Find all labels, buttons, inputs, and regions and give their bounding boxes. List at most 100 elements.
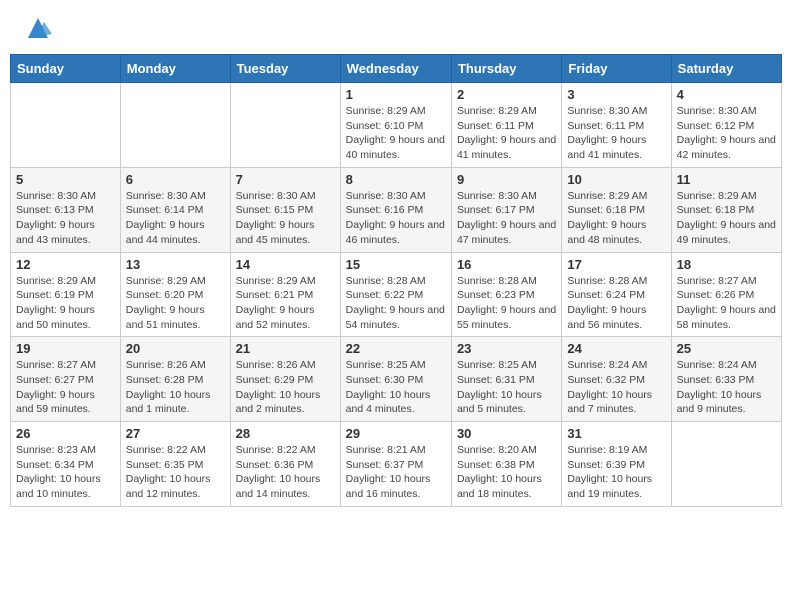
day-number: 16 <box>457 257 556 272</box>
day-number: 27 <box>126 426 225 441</box>
calendar-header-friday: Friday <box>562 55 671 83</box>
day-number: 24 <box>567 341 665 356</box>
day-info: Sunrise: 8:30 AMSunset: 6:15 PMDaylight:… <box>236 189 335 248</box>
day-number: 30 <box>457 426 556 441</box>
day-info: Sunrise: 8:22 AMSunset: 6:36 PMDaylight:… <box>236 443 335 502</box>
day-number: 19 <box>16 341 115 356</box>
day-number: 22 <box>346 341 446 356</box>
day-number: 23 <box>457 341 556 356</box>
calendar-day-cell: 11Sunrise: 8:29 AMSunset: 6:18 PMDayligh… <box>671 167 781 252</box>
day-info: Sunrise: 8:27 AMSunset: 6:27 PMDaylight:… <box>16 358 115 417</box>
day-number: 31 <box>567 426 665 441</box>
calendar-day-cell: 24 Sunrise: 8:24 AMSunset: 6:32 PMDayligh… <box>562 337 671 422</box>
day-info: Sunrise: 8:29 AMSunset: 6:20 PMDaylight:… <box>126 274 225 333</box>
day-info: Sunrise: 8:29 AMSunset: 6:10 PMDaylight:… <box>346 104 446 163</box>
calendar-day-cell: 20 Sunrise: 8:26 AMSunset: 6:28 PMDayligh… <box>120 337 230 422</box>
calendar-day-cell: 12Sunrise: 8:29 AMSunset: 6:19 PMDayligh… <box>11 252 121 337</box>
calendar-day-cell: 27 Sunrise: 8:22 AMSunset: 6:35 PMDayligh… <box>120 422 230 507</box>
page-header <box>10 10 782 46</box>
day-info: Sunrise: 8:25 AMSunset: 6:30 PMDaylight:… <box>346 358 446 417</box>
logo <box>18 14 52 42</box>
calendar-day-cell: 1 Sunrise: 8:29 AMSunset: 6:10 PMDaylight… <box>340 83 451 168</box>
day-info: Sunrise: 8:26 AMSunset: 6:29 PMDaylight:… <box>236 358 335 417</box>
calendar-day-cell: 15 Sunrise: 8:28 AMSunset: 6:22 PMDayligh… <box>340 252 451 337</box>
calendar-header-saturday: Saturday <box>671 55 781 83</box>
day-info: Sunrise: 8:19 AMSunset: 6:39 PMDaylight:… <box>567 443 665 502</box>
calendar-day-cell: 19 Sunrise: 8:27 AMSunset: 6:27 PMDayligh… <box>11 337 121 422</box>
calendar-week-row: 12Sunrise: 8:29 AMSunset: 6:19 PMDayligh… <box>11 252 782 337</box>
calendar-day-cell: 10 Sunrise: 8:29 AMSunset: 6:18 PMDayligh… <box>562 167 671 252</box>
calendar-day-cell: 7 Sunrise: 8:30 AMSunset: 6:15 PMDaylight… <box>230 167 340 252</box>
calendar-day-cell <box>230 83 340 168</box>
calendar-header-sunday: Sunday <box>11 55 121 83</box>
day-info: Sunrise: 8:25 AMSunset: 6:31 PMDaylight:… <box>457 358 556 417</box>
calendar-day-cell: 31 Sunrise: 8:19 AMSunset: 6:39 PMDayligh… <box>562 422 671 507</box>
day-info: Sunrise: 8:24 AMSunset: 6:33 PMDaylight:… <box>677 358 776 417</box>
day-number: 13 <box>126 257 225 272</box>
calendar-day-cell: 22 Sunrise: 8:25 AMSunset: 6:30 PMDayligh… <box>340 337 451 422</box>
day-info: Sunrise: 8:30 AMSunset: 6:13 PMDaylight:… <box>16 189 115 248</box>
calendar-day-cell: 25 Sunrise: 8:24 AMSunset: 6:33 PMDayligh… <box>671 337 781 422</box>
day-info: Sunrise: 8:20 AMSunset: 6:38 PMDaylight:… <box>457 443 556 502</box>
day-number: 25 <box>677 341 776 356</box>
day-info: Sunrise: 8:28 AMSunset: 6:23 PMDaylight:… <box>457 274 556 333</box>
calendar-day-cell: 28 Sunrise: 8:22 AMSunset: 6:36 PMDayligh… <box>230 422 340 507</box>
day-number: 26 <box>16 426 115 441</box>
day-info: Sunrise: 8:30 AMSunset: 6:11 PMDaylight:… <box>567 104 665 163</box>
calendar-day-cell: 8 Sunrise: 8:30 AMSunset: 6:16 PMDaylight… <box>340 167 451 252</box>
day-info: Sunrise: 8:30 AMSunset: 6:17 PMDaylight:… <box>457 189 556 248</box>
calendar-table: SundayMondayTuesdayWednesdayThursdayFrid… <box>10 54 782 507</box>
day-info: Sunrise: 8:22 AMSunset: 6:35 PMDaylight:… <box>126 443 225 502</box>
day-info: Sunrise: 8:29 AMSunset: 6:18 PMDaylight:… <box>567 189 665 248</box>
day-info: Sunrise: 8:24 AMSunset: 6:32 PMDaylight:… <box>567 358 665 417</box>
calendar-day-cell: 3 Sunrise: 8:30 AMSunset: 6:11 PMDaylight… <box>562 83 671 168</box>
logo-icon <box>24 14 52 42</box>
calendar-day-cell: 2 Sunrise: 8:29 AMSunset: 6:11 PMDaylight… <box>451 83 561 168</box>
calendar-day-cell: 17 Sunrise: 8:28 AMSunset: 6:24 PMDayligh… <box>562 252 671 337</box>
day-info: Sunrise: 8:30 AMSunset: 6:14 PMDaylight:… <box>126 189 225 248</box>
day-number: 17 <box>567 257 665 272</box>
calendar-day-cell <box>120 83 230 168</box>
calendar-header-row: SundayMondayTuesdayWednesdayThursdayFrid… <box>11 55 782 83</box>
day-info: Sunrise: 8:26 AMSunset: 6:28 PMDaylight:… <box>126 358 225 417</box>
calendar-header-thursday: Thursday <box>451 55 561 83</box>
calendar-day-cell: 29 Sunrise: 8:21 AMSunset: 6:37 PMDayligh… <box>340 422 451 507</box>
calendar-week-row: 5Sunrise: 8:30 AMSunset: 6:13 PMDaylight… <box>11 167 782 252</box>
day-number: 29 <box>346 426 446 441</box>
day-info: Sunrise: 8:27 AMSunset: 6:26 PMDaylight:… <box>677 274 776 333</box>
calendar-day-cell: 6Sunrise: 8:30 AMSunset: 6:14 PMDaylight… <box>120 167 230 252</box>
day-number: 8 <box>346 172 446 187</box>
calendar-day-cell: 16 Sunrise: 8:28 AMSunset: 6:23 PMDayligh… <box>451 252 561 337</box>
day-info: Sunrise: 8:23 AMSunset: 6:34 PMDaylight:… <box>16 443 115 502</box>
calendar-day-cell <box>11 83 121 168</box>
calendar-header-wednesday: Wednesday <box>340 55 451 83</box>
day-number: 9 <box>457 172 556 187</box>
calendar-day-cell: 13 Sunrise: 8:29 AMSunset: 6:20 PMDayligh… <box>120 252 230 337</box>
day-info: Sunrise: 8:21 AMSunset: 6:37 PMDaylight:… <box>346 443 446 502</box>
day-number: 20 <box>126 341 225 356</box>
day-number: 14 <box>236 257 335 272</box>
calendar-day-cell: 5Sunrise: 8:30 AMSunset: 6:13 PMDaylight… <box>11 167 121 252</box>
day-number: 2 <box>457 87 556 102</box>
calendar-week-row: 26 Sunrise: 8:23 AMSunset: 6:34 PMDayligh… <box>11 422 782 507</box>
day-info: Sunrise: 8:29 AMSunset: 6:11 PMDaylight:… <box>457 104 556 163</box>
day-info: Sunrise: 8:29 AMSunset: 6:19 PMDaylight:… <box>16 274 115 333</box>
day-info: Sunrise: 8:28 AMSunset: 6:24 PMDaylight:… <box>567 274 665 333</box>
day-number: 3 <box>567 87 665 102</box>
calendar-day-cell: 23 Sunrise: 8:25 AMSunset: 6:31 PMDayligh… <box>451 337 561 422</box>
day-info: Sunrise: 8:29 AMSunset: 6:21 PMDaylight:… <box>236 274 335 333</box>
day-number: 15 <box>346 257 446 272</box>
day-number: 21 <box>236 341 335 356</box>
day-info: Sunrise: 8:29 AMSunset: 6:18 PMDaylight:… <box>677 189 776 248</box>
day-number: 1 <box>346 87 446 102</box>
day-info: Sunrise: 8:28 AMSunset: 6:22 PMDaylight:… <box>346 274 446 333</box>
day-number: 28 <box>236 426 335 441</box>
day-info: Sunrise: 8:30 AMSunset: 6:16 PMDaylight:… <box>346 189 446 248</box>
calendar-day-cell: 26 Sunrise: 8:23 AMSunset: 6:34 PMDayligh… <box>11 422 121 507</box>
calendar-day-cell: 30 Sunrise: 8:20 AMSunset: 6:38 PMDayligh… <box>451 422 561 507</box>
calendar-day-cell: 21 Sunrise: 8:26 AMSunset: 6:29 PMDayligh… <box>230 337 340 422</box>
calendar-day-cell <box>671 422 781 507</box>
day-number: 10 <box>567 172 665 187</box>
day-number: 7 <box>236 172 335 187</box>
calendar-day-cell: 9 Sunrise: 8:30 AMSunset: 6:17 PMDaylight… <box>451 167 561 252</box>
